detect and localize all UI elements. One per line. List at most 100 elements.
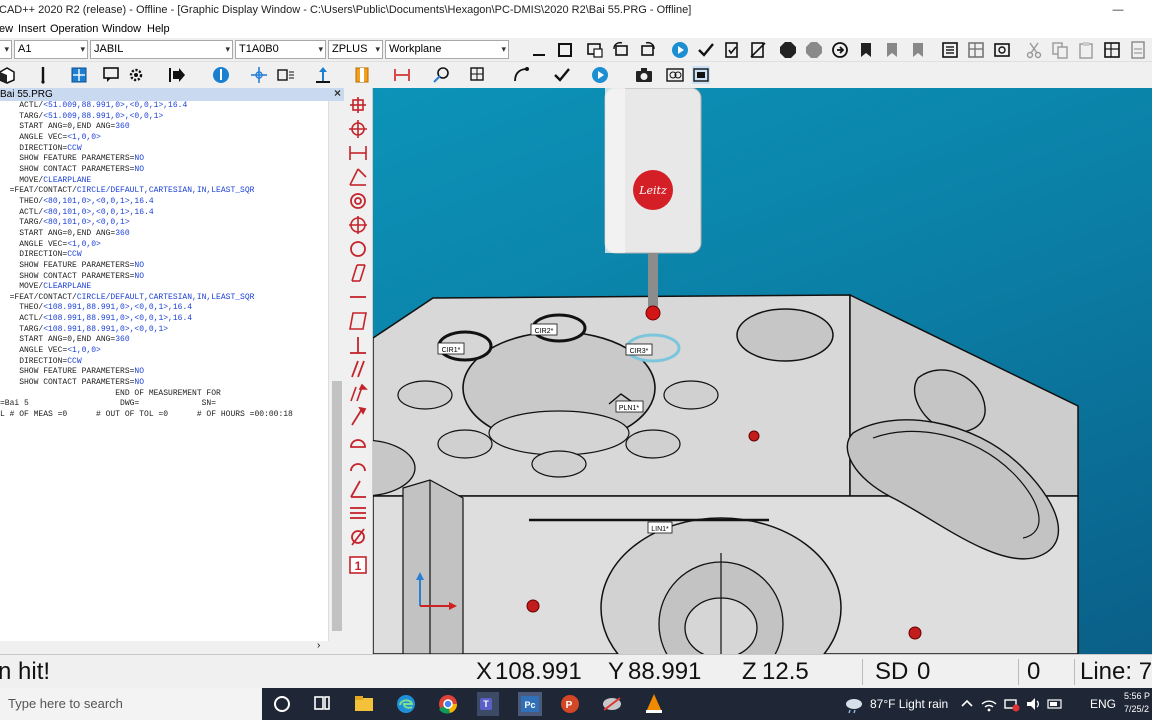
- code-line[interactable]: DIRECTION=CCW: [0, 144, 328, 155]
- stop-hexagon-icon[interactable]: [779, 41, 797, 59]
- calculator-icon[interactable]: [1129, 41, 1147, 59]
- code-line[interactable]: ACTL/<80,101,0>,<0,0,1>,16.4: [0, 208, 328, 219]
- code-line[interactable]: START ANG=0,END ANG=360: [0, 335, 328, 346]
- code-line[interactable]: =Bai 5 DWG= SN=: [0, 399, 328, 410]
- sphere-icon[interactable]: [348, 215, 368, 235]
- grid-settings-icon[interactable]: [1103, 41, 1121, 59]
- minimize-button[interactable]: —: [1108, 0, 1128, 20]
- probe-mode-icon[interactable]: [34, 66, 52, 84]
- scroll-right-arrow[interactable]: ›: [317, 640, 320, 651]
- code-line[interactable]: MOVE/CLEARPLANE: [0, 282, 328, 293]
- code-line[interactable]: START ANG=0,END ANG=360: [0, 122, 328, 133]
- code-line[interactable]: THEO/<80,101,0>,<0,0,1>,16.4: [0, 197, 328, 208]
- scan-icon[interactable]: [432, 66, 450, 84]
- arrow-right-bar-icon[interactable]: [168, 66, 186, 84]
- network-alert-icon[interactable]: [1002, 692, 1020, 716]
- probe-down-icon[interactable]: [212, 66, 230, 84]
- image-view-icon[interactable]: [666, 66, 684, 84]
- grid-probe-icon[interactable]: [469, 66, 487, 84]
- bookmark-prev-icon[interactable]: [909, 41, 927, 59]
- edit-horizontal-scrollbar[interactable]: ›: [0, 640, 344, 654]
- camera-icon[interactable]: [635, 66, 653, 84]
- code-line[interactable]: DIRECTION=CCW: [0, 250, 328, 261]
- parallel-icon[interactable]: [348, 359, 368, 379]
- diameter-icon[interactable]: [348, 527, 368, 547]
- rotate-view-icon[interactable]: [612, 41, 630, 59]
- probe-combo[interactable]: JABIL ▾: [90, 40, 233, 59]
- play-icon[interactable]: [591, 66, 609, 84]
- zoom-window-icon[interactable]: [586, 41, 604, 59]
- cube-view-icon[interactable]: [0, 66, 16, 84]
- taskbar-search-box[interactable]: Type here to search: [0, 688, 262, 720]
- code-line[interactable]: ANGLE VEC=<1,0,0>: [0, 133, 328, 144]
- code-line[interactable]: ACTL/<51.009,88.991,0>,<0,0,1>,16.4: [0, 101, 328, 112]
- link-report-icon[interactable]: [993, 41, 1011, 59]
- code-line[interactable]: SHOW FEATURE PARAMETERS=NO: [0, 261, 328, 272]
- code-line[interactable]: SHOW FEATURE PARAMETERS=NO: [0, 367, 328, 378]
- table-report-icon[interactable]: [967, 41, 985, 59]
- file-explorer-icon[interactable]: [352, 692, 376, 716]
- tip-combo[interactable]: T1A0B0 ▾: [235, 40, 326, 59]
- pln1-label[interactable]: PLN1*: [619, 405, 640, 412]
- chrome-icon[interactable]: [436, 692, 460, 716]
- move-crosshair-icon[interactable]: [70, 66, 88, 84]
- edit-window-close-button[interactable]: ×: [334, 87, 341, 100]
- bookmark-icon[interactable]: [857, 41, 875, 59]
- tray-chevron-icon[interactable]: [958, 692, 976, 716]
- clear-marks-icon[interactable]: [749, 41, 767, 59]
- stop-disabled-icon[interactable]: [805, 41, 823, 59]
- graphic-display-window[interactable]: Leitz CIR1* CIR2* CIR3* PLN1* LIN1*: [373, 88, 1152, 654]
- battery-icon[interactable]: [1046, 692, 1064, 716]
- circle-icon[interactable]: [348, 239, 368, 259]
- lin1-label[interactable]: LIN1*: [651, 526, 669, 533]
- execute-icon[interactable]: [671, 41, 689, 59]
- paste-icon[interactable]: [1077, 41, 1095, 59]
- code-line[interactable]: =FEAT/CONTACT/CIRCLE/DEFAULT,CARTESIAN,I…: [0, 293, 328, 304]
- autofeature-icon[interactable]: [348, 95, 368, 115]
- retract-arrow-icon[interactable]: [314, 66, 332, 84]
- code-line[interactable]: SHOW CONTACT PARAMETERS=NO: [0, 272, 328, 283]
- cir3-label[interactable]: CIR3*: [630, 348, 649, 355]
- code-line[interactable]: DIRECTION=CCW: [0, 357, 328, 368]
- report-icon[interactable]: [941, 41, 959, 59]
- task-view-icon[interactable]: [310, 692, 334, 716]
- edit-scroll-thumb[interactable]: [332, 381, 342, 631]
- program-code-area[interactable]: ACTL/<51.009,88.991,0>,<0,0,1>,16.4 TARG…: [0, 101, 328, 641]
- code-line[interactable]: ANGLE VEC=<1,0,0>: [0, 346, 328, 357]
- code-line[interactable]: END OF MEASUREMENT FOR: [0, 389, 328, 400]
- toolbar-scroll-combo[interactable]: ▾: [0, 40, 12, 59]
- code-line[interactable]: L # OF MEAS =0 # OUT OF TOL =0 # OF HOUR…: [0, 410, 328, 421]
- weather-text[interactable]: 87°F Light rain: [870, 688, 948, 720]
- line-icon[interactable]: [348, 287, 368, 307]
- code-line[interactable]: SHOW CONTACT PARAMETERS=NO: [0, 165, 328, 176]
- perpendicular-icon[interactable]: [348, 335, 368, 355]
- menu-insert[interactable]: Insert: [18, 20, 46, 38]
- image-view-active-icon[interactable]: [692, 66, 710, 84]
- edge-browser-icon[interactable]: [394, 692, 418, 716]
- clearplane-icon[interactable]: [353, 66, 371, 84]
- step-next-icon[interactable]: [831, 41, 849, 59]
- angle-point-icon[interactable]: [348, 167, 368, 187]
- code-line[interactable]: TARG/<51.009,88.991,0>,<0,0,1>: [0, 112, 328, 123]
- menu-window[interactable]: Window: [102, 20, 141, 38]
- language-indicator[interactable]: ENG: [1090, 688, 1116, 720]
- code-line[interactable]: ANGLE VEC=<1,0,0>: [0, 240, 328, 251]
- surface-profile-icon[interactable]: [348, 431, 368, 451]
- circle-feature-icon[interactable]: [348, 191, 368, 211]
- dimension-fcf-icon[interactable]: [277, 66, 295, 84]
- code-line[interactable]: SHOW FEATURE PARAMETERS=NO: [0, 154, 328, 165]
- axes-icon[interactable]: [250, 66, 268, 84]
- check-icon[interactable]: [553, 66, 571, 84]
- minimize-view-icon[interactable]: [530, 41, 548, 59]
- line-profile-icon[interactable]: [348, 455, 368, 475]
- redraw-icon[interactable]: [638, 41, 656, 59]
- angularity-icon[interactable]: [348, 407, 368, 427]
- code-line[interactable]: MOVE/CLEARPLANE: [0, 176, 328, 187]
- mark-checkmark-icon[interactable]: [697, 41, 715, 59]
- point-icon[interactable]: [348, 119, 368, 139]
- edit-vertical-scrollbar[interactable]: [328, 101, 344, 641]
- menu-view[interactable]: ew: [0, 20, 13, 38]
- alignment-combo[interactable]: A1 ▾: [14, 40, 88, 59]
- cylinder-icon[interactable]: [348, 263, 368, 283]
- edge-point-icon[interactable]: [348, 143, 368, 163]
